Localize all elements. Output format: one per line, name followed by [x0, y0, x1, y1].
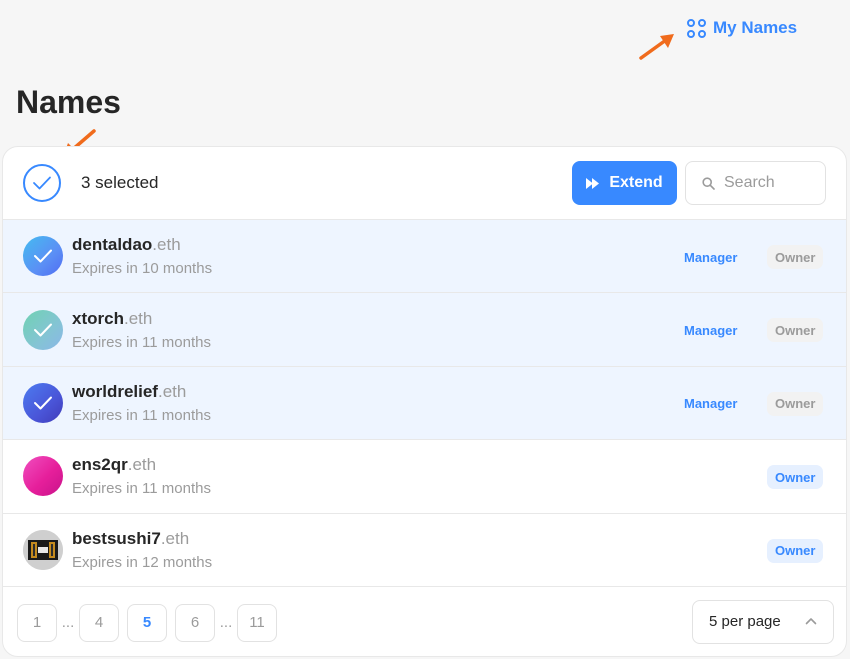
fast-forward-icon [586, 177, 600, 189]
name-info: dentaldao.eth Expires in 10 months [72, 235, 212, 277]
my-names-link[interactable]: My Names [687, 18, 797, 38]
name-info: worldrelief.eth Expires in 11 months [72, 382, 211, 424]
pagination-ellipsis: ... [219, 614, 233, 632]
chevron-up-icon [805, 618, 817, 625]
name-label: xtorch [72, 308, 124, 328]
per-page-select[interactable]: 5 per page [692, 599, 834, 644]
owner-tag: Owner [767, 245, 824, 269]
grid-icon [687, 18, 706, 38]
pagination: 1 ... 4 5 6 ... 11 5 per page [3, 587, 846, 656]
expiry-text: Expires in 12 months [72, 553, 213, 571]
search-box[interactable] [685, 161, 826, 205]
name-text: bestsushi7.eth [72, 529, 212, 549]
checkmark-icon [34, 323, 52, 337]
name-tld: .eth [157, 381, 187, 401]
name-label: ens2qr [72, 455, 128, 475]
expiry-text: Expires in 11 months [72, 333, 211, 351]
select-all-checkbox[interactable] [23, 164, 61, 202]
avatar[interactable] [23, 309, 63, 350]
sushi-avatar-icon [23, 529, 63, 570]
page-button[interactable]: 11 [237, 603, 277, 642]
page-button-current[interactable]: 5 [127, 603, 167, 642]
name-text: ens2qr.eth [72, 455, 211, 475]
name-tld: .eth [160, 528, 190, 548]
name-row[interactable]: bestsushi7.eth Expires in 12 months Owne… [3, 514, 846, 587]
page-button[interactable]: 4 [79, 603, 119, 642]
toolbar: 3 selected Extend [3, 147, 846, 220]
owner-tag: Owner [767, 538, 824, 563]
selected-count: 3 selected [81, 173, 159, 192]
manager-tag: Manager [684, 396, 738, 412]
page-button[interactable]: 6 [175, 603, 215, 642]
extend-label: Extend [609, 174, 663, 191]
checkmark-icon [33, 176, 51, 190]
owner-tag: Owner [767, 318, 824, 343]
search-icon [702, 176, 715, 190]
manager-tag: Manager [684, 322, 738, 338]
owner-tag: Owner [767, 465, 824, 490]
name-tld: .eth [152, 235, 181, 255]
name-info: xtorch.eth Expires in 11 months [72, 309, 211, 351]
my-names-label: My Names [713, 18, 798, 37]
name-row[interactable]: xtorch.eth Expires in 11 months Manager … [3, 293, 846, 367]
name-text: worldrelief.eth [72, 382, 211, 402]
avatar[interactable] [23, 236, 63, 277]
owner-tag: Owner [767, 391, 824, 416]
pagination-ellipsis: ... [61, 614, 75, 632]
checkmark-icon [34, 249, 52, 263]
name-text: dentaldao.eth [72, 235, 212, 255]
name-label: bestsushi7 [72, 528, 161, 548]
expiry-text: Expires in 10 months [72, 260, 213, 278]
name-row[interactable]: ens2qr.eth Expires in 11 months Owner [3, 440, 846, 514]
checkmark-icon [34, 396, 52, 410]
avatar[interactable] [23, 529, 63, 570]
name-row[interactable]: worldrelief.eth Expires in 11 months Man… [3, 366, 846, 441]
page-button[interactable]: 1 [17, 603, 57, 642]
expiry-text: Expires in 11 months [72, 480, 211, 498]
name-label: worldrelief [72, 381, 158, 401]
page-title: Names [16, 84, 121, 120]
avatar[interactable] [23, 456, 63, 497]
name-text: xtorch.eth [72, 309, 211, 329]
name-info: bestsushi7.eth Expires in 12 months [72, 529, 212, 571]
per-page-label: 5 per page [709, 613, 781, 631]
name-label: dentaldao [72, 235, 153, 255]
name-row[interactable]: dentaldao.eth Expires in 10 months Manag… [3, 220, 846, 294]
annotation-arrow-icon [639, 34, 674, 60]
search-input[interactable] [724, 174, 814, 192]
names-card: 3 selected Extend dentaldao.eth Expires … [2, 146, 847, 657]
avatar[interactable] [23, 382, 63, 423]
name-info: ens2qr.eth Expires in 11 months [72, 455, 211, 497]
name-tld: .eth [123, 308, 153, 328]
manager-tag: Manager [684, 249, 738, 265]
expiry-text: Expires in 11 months [72, 406, 211, 424]
name-tld: .eth [127, 455, 157, 475]
extend-button[interactable]: Extend [572, 161, 677, 205]
